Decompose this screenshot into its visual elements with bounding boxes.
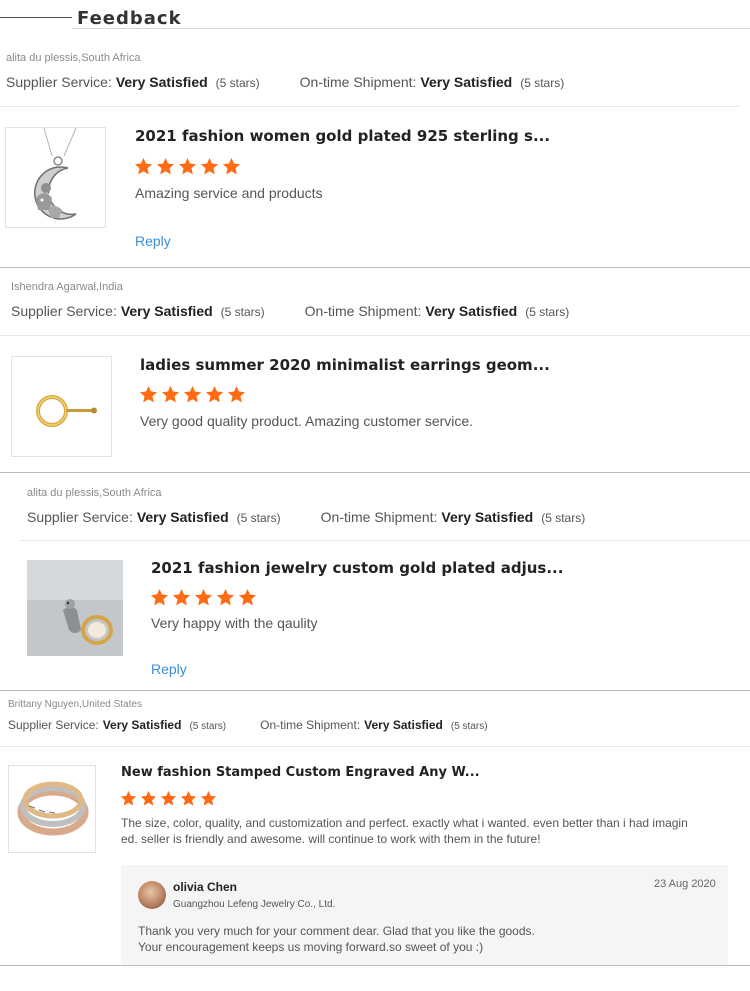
star-icon bbox=[139, 385, 158, 403]
feedback-header: Feedback bbox=[0, 0, 750, 36]
supplier-service-value: Very Satisfied bbox=[136, 509, 229, 525]
star-icon bbox=[161, 385, 180, 403]
page-title: Feedback bbox=[77, 8, 182, 29]
review-comment: Amazing service and products bbox=[135, 185, 323, 201]
product-title-link[interactable]: 2021 fashion women gold plated 925 sterl… bbox=[135, 127, 550, 145]
reply-link[interactable]: Reply bbox=[135, 233, 171, 249]
ontime-shipment-label: On-time Shipment: bbox=[260, 718, 361, 732]
gold-ring-icon bbox=[27, 560, 123, 656]
supplier-service-value: Very Satisfied bbox=[115, 74, 208, 90]
reviewer-name: alita du plessis,South Africa bbox=[6, 52, 141, 64]
supplier-service-label: Supplier Service: bbox=[6, 74, 112, 90]
rating-stars bbox=[139, 385, 249, 404]
reply-link[interactable]: Reply bbox=[151, 661, 187, 677]
row-divider bbox=[20, 540, 750, 541]
row-divider bbox=[0, 335, 750, 336]
supplier-service-stars: (5 stars) bbox=[189, 721, 227, 732]
review-divider bbox=[0, 965, 750, 966]
header-decor-line bbox=[0, 17, 72, 18]
product-image[interactable] bbox=[5, 127, 106, 228]
reviewer-name: alita du plessis,South Africa bbox=[27, 487, 162, 499]
reply-text-line: Thank you very much for your comment dea… bbox=[138, 924, 535, 938]
review-divider bbox=[0, 472, 750, 473]
header-underline bbox=[72, 28, 750, 29]
product-image[interactable] bbox=[11, 356, 112, 457]
reply-text-line: Your encouragement keeps us moving forwa… bbox=[138, 940, 484, 954]
supplier-service-stars: (5 stars) bbox=[215, 76, 260, 90]
reviewer-name: Ishendra Agarwal,India bbox=[11, 281, 123, 293]
ratings-row: Supplier Service: Very Satisfied (5 star… bbox=[8, 718, 488, 732]
rating-stars bbox=[150, 588, 260, 607]
star-icon bbox=[134, 157, 153, 175]
row-divider bbox=[0, 106, 740, 107]
star-icon bbox=[156, 157, 175, 175]
supplier-service-value: Very Satisfied bbox=[102, 718, 182, 732]
ontime-shipment-value: Very Satisfied bbox=[420, 74, 513, 90]
ontime-shipment-stars: (5 stars) bbox=[450, 721, 488, 732]
row-divider bbox=[0, 746, 750, 747]
gold-earring-icon bbox=[36, 395, 97, 427]
reviewer-name: Brittany Nguyen,United States bbox=[8, 699, 142, 710]
product-title-link[interactable]: 2021 fashion jewelry custom gold plated … bbox=[151, 559, 563, 577]
ontime-shipment-label: On-time Shipment: bbox=[299, 74, 417, 90]
ontime-shipment-label: On-time Shipment: bbox=[320, 509, 438, 525]
seller-reply: olivia Chen Guangzhou Lefeng Jewelry Co.… bbox=[121, 865, 728, 965]
ontime-shipment-stars: (5 stars) bbox=[520, 76, 565, 90]
rating-stars bbox=[134, 157, 244, 176]
star-icon bbox=[160, 790, 177, 806]
product-title-link[interactable]: New fashion Stamped Custom Engraved Any … bbox=[121, 765, 480, 780]
rating-stars bbox=[120, 790, 220, 807]
ontime-shipment-value: Very Satisfied bbox=[364, 718, 443, 732]
seller-company: Guangzhou Lefeng Jewelry Co., Ltd. bbox=[173, 899, 336, 910]
product-image[interactable] bbox=[8, 765, 96, 853]
star-icon bbox=[216, 588, 235, 606]
ratings-row: Supplier Service: Very Satisfied (5 star… bbox=[6, 74, 564, 90]
avatar bbox=[138, 881, 166, 909]
ratings-row: Supplier Service: Very Satisfied (5 star… bbox=[27, 509, 585, 525]
review-divider bbox=[0, 267, 750, 268]
supplier-service-stars: (5 stars) bbox=[220, 305, 265, 319]
review-comment: Very good quality product. Amazing custo… bbox=[140, 413, 474, 429]
star-icon bbox=[222, 157, 241, 175]
star-icon bbox=[180, 790, 197, 806]
engraved-bracelet-icon bbox=[17, 781, 89, 836]
star-icon bbox=[120, 790, 137, 806]
product-title-link[interactable]: ladies summer 2020 minimalist earrings g… bbox=[140, 356, 550, 374]
seller-name: olivia Chen bbox=[173, 880, 238, 894]
star-icon bbox=[150, 588, 169, 606]
review-comment-line: ed. seller is friendly and awesome. will… bbox=[121, 832, 541, 846]
ontime-shipment-label: On-time Shipment: bbox=[304, 303, 422, 319]
ontime-shipment-stars: (5 stars) bbox=[525, 305, 570, 319]
star-icon bbox=[178, 157, 197, 175]
ontime-shipment-value: Very Satisfied bbox=[425, 303, 518, 319]
review-comment: Very happy with the qaulity bbox=[151, 615, 318, 631]
star-icon bbox=[227, 385, 246, 403]
star-icon bbox=[205, 385, 224, 403]
reply-text: Thank you very much for your comment dea… bbox=[138, 923, 535, 955]
star-icon bbox=[183, 385, 202, 403]
star-icon bbox=[194, 588, 213, 606]
moon-cat-pendant-icon bbox=[34, 128, 77, 220]
ratings-row: Supplier Service: Very Satisfied (5 star… bbox=[11, 303, 569, 319]
star-icon bbox=[200, 790, 217, 806]
ontime-shipment-stars: (5 stars) bbox=[541, 511, 586, 525]
product-image[interactable] bbox=[27, 560, 123, 656]
star-icon bbox=[172, 588, 191, 606]
star-icon bbox=[200, 157, 219, 175]
supplier-service-stars: (5 stars) bbox=[236, 511, 281, 525]
supplier-service-label: Supplier Service: bbox=[27, 509, 133, 525]
star-icon bbox=[140, 790, 157, 806]
supplier-service-label: Supplier Service: bbox=[11, 303, 117, 319]
reply-date: 23 Aug 2020 bbox=[654, 878, 716, 890]
supplier-service-label: Supplier Service: bbox=[8, 718, 99, 732]
review-comment: The size, color, quality, and customizat… bbox=[121, 815, 688, 847]
ontime-shipment-value: Very Satisfied bbox=[441, 509, 534, 525]
star-icon bbox=[238, 588, 257, 606]
review-comment-line: The size, color, quality, and customizat… bbox=[121, 816, 688, 830]
supplier-service-value: Very Satisfied bbox=[120, 303, 213, 319]
review-divider bbox=[0, 690, 750, 691]
